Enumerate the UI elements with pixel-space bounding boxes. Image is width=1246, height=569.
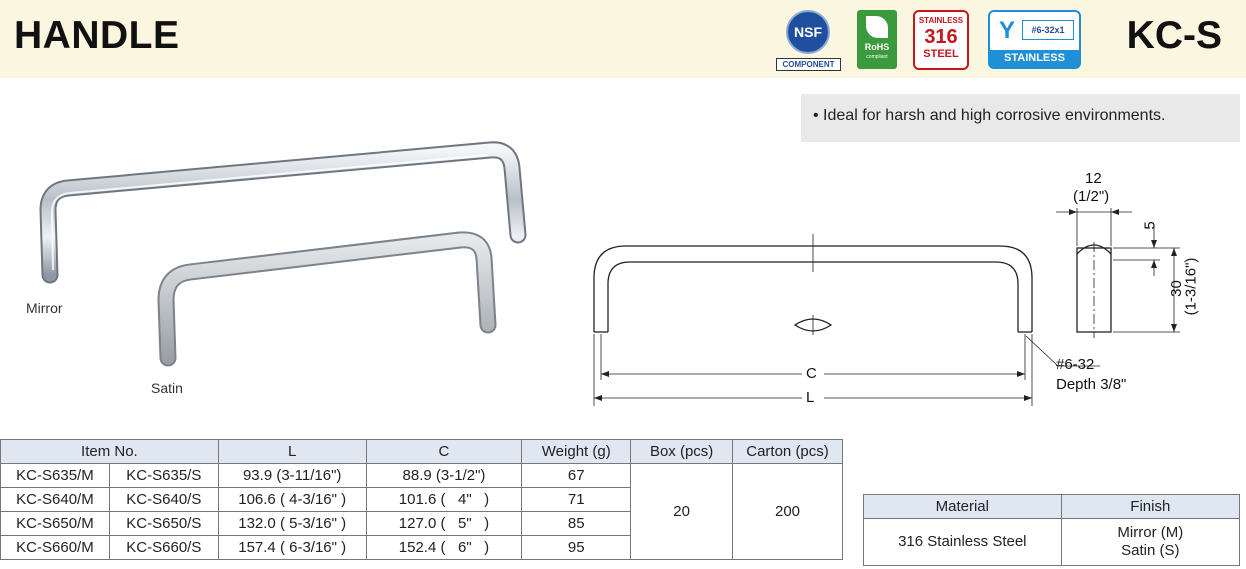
carton-qty: 200 (732, 463, 843, 560)
item-satin: KC-S660/S (108, 535, 219, 560)
rohs-sub: compliant (866, 54, 888, 60)
finish-value: Mirror (M) Satin (S) (1060, 518, 1241, 566)
dimension-drawing: C L #6-32 Depth 3/8" 12 (1/2") 5 30 (1-3… (580, 150, 1240, 412)
header-item-no: Item No. (0, 439, 219, 464)
material-table: Material Finish 316 Stainless Steel Mirr… (863, 494, 1241, 566)
c-value: 127.0 ( 5" ) (365, 511, 523, 536)
header-l: L (217, 439, 367, 464)
l-value: 93.9 (3-11/16") (217, 463, 367, 488)
stainless-grade: 316 (924, 26, 958, 48)
page-title: HANDLE (14, 14, 180, 57)
c-value: 88.9 (3-1/2") (365, 463, 523, 488)
screw-spec-badge: Y #6-32x1 STAINLESS (988, 10, 1081, 69)
table-row: KC-S635/M KC-S635/S 93.9 (3-11/16") 88.9… (0, 463, 843, 560)
rohs-badge: RoHS compliant (857, 10, 897, 69)
item-satin: KC-S650/S (108, 511, 219, 536)
nsf-label: COMPONENT (776, 58, 841, 71)
product-code: KC-S (1126, 14, 1222, 57)
screw-icon: Y (998, 17, 1015, 44)
mirror-label: Mirror (26, 300, 63, 316)
l-value: 132.0 ( 5-3/16" ) (217, 511, 367, 536)
header-weight: Weight (g) (521, 439, 632, 464)
width-mm-label: 12 (1085, 170, 1102, 187)
header-finish: Finish (1060, 494, 1241, 519)
top-offset-label: 5 (1141, 221, 1159, 230)
leaf-icon (866, 16, 888, 38)
c-value: 152.4 ( 6" ) (365, 535, 523, 560)
c-value: 101.6 ( 4" ) (365, 487, 523, 512)
finish-mirror: Mirror (M) (1117, 524, 1184, 541)
stainless-top-text: STAINLESS (918, 16, 964, 25)
width-in-label: (1/2") (1073, 188, 1110, 205)
feature-note: • Ideal for harsh and high corrosive env… (801, 94, 1240, 142)
material-value: 316 Stainless Steel (863, 518, 1062, 566)
drawing-svg (593, 208, 1180, 406)
c-dimension-label: C (806, 365, 817, 382)
stainless-316-badge: STAINLESS 316 STEEL (913, 10, 969, 70)
weight-value: 67 (521, 463, 632, 488)
thread-label: #6-32 (1056, 356, 1095, 373)
item-mirror: KC-S650/M (0, 511, 110, 536)
finish-satin: Satin (S) (1121, 542, 1180, 559)
stainless-bottom-text: STEEL (923, 48, 959, 60)
l-value: 106.6 ( 4-3/16" ) (217, 487, 367, 512)
spec-table: Item No. L C Weight (g) Box (pcs) Carton… (0, 439, 843, 560)
header-carton: Carton (pcs) (732, 439, 843, 464)
header-c: C (365, 439, 523, 464)
weight-value: 85 (521, 511, 632, 536)
header-bar: HANDLE NSF COMPONENT RoHS compliant STAI… (0, 0, 1246, 78)
product-photo (39, 141, 527, 367)
depth-label: Depth 3/8" (1056, 376, 1127, 393)
screw-size: #6-32x1 (1022, 20, 1074, 40)
item-satin: KC-S635/S (108, 463, 219, 488)
header-box: Box (pcs) (630, 439, 734, 464)
item-mirror: KC-S660/M (0, 535, 110, 560)
rohs-mark: RoHS (864, 42, 890, 52)
satin-handle-image (157, 231, 497, 367)
nsf-component-badge: NSF COMPONENT (776, 10, 841, 71)
screw-material: STAINLESS (990, 50, 1079, 67)
l-dimension-label: L (806, 389, 815, 406)
weight-value: 95 (521, 535, 632, 560)
item-mirror: KC-S640/M (0, 487, 110, 512)
satin-label: Satin (151, 380, 183, 396)
l-value: 157.4 ( 6-3/16" ) (217, 535, 367, 560)
box-qty: 20 (630, 463, 734, 560)
weight-value: 71 (521, 487, 632, 512)
item-mirror: KC-S635/M (0, 463, 110, 488)
nsf-logo: NSF (786, 10, 830, 54)
height-in-label: (1-3/16") (1182, 257, 1200, 316)
item-satin: KC-S640/S (108, 487, 219, 512)
header-material: Material (863, 494, 1062, 519)
